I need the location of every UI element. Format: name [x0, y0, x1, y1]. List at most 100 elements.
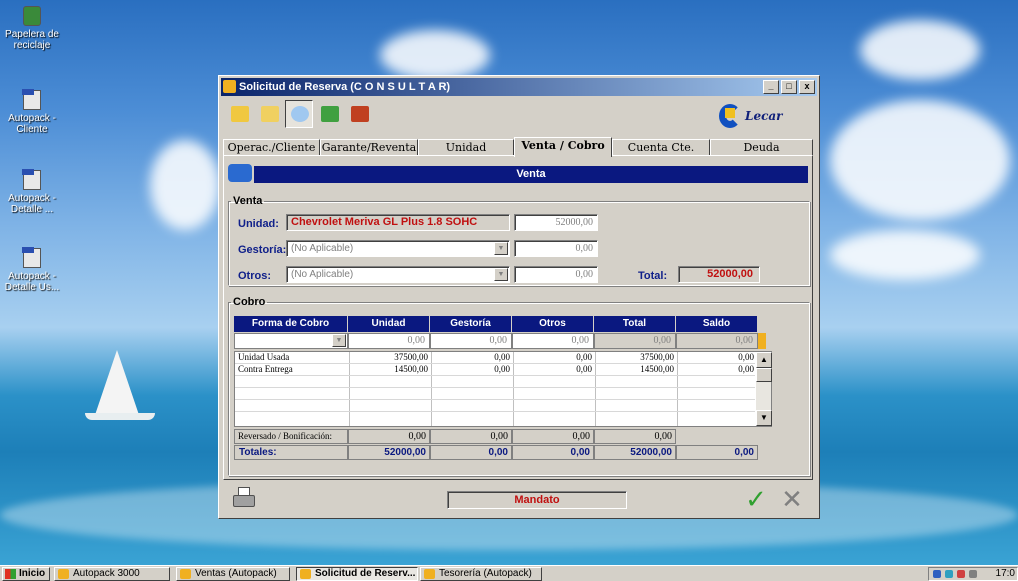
table-scrollbar[interactable]: ▲ ▼ — [755, 352, 772, 426]
solicitud-reserva-window: Solicitud de Reserva (C O N S U L T A R)… — [218, 75, 820, 519]
unidad-amount-field[interactable]: 52000,00 — [514, 214, 598, 231]
section-banner: Venta — [254, 166, 808, 183]
lecar-logo: Lecar — [719, 100, 789, 132]
consult-button[interactable] — [285, 100, 313, 128]
gestoria-amount-field[interactable]: 0,00 — [514, 240, 598, 257]
print-button[interactable] — [231, 485, 257, 513]
chevron-down-icon[interactable]: ▼ — [494, 268, 508, 281]
bmp-file-icon — [22, 247, 41, 268]
col-header-unidad[interactable]: Unidad — [348, 316, 430, 332]
table-row[interactable]: Contra Entrega 14500,00 0,00 0,00 14500,… — [235, 364, 757, 375]
tab-operac-cliente[interactable]: Operac./Cliente — [223, 139, 320, 156]
scroll-up-icon[interactable]: ▲ — [756, 352, 772, 368]
new-folder-icon — [231, 106, 249, 122]
input-otros[interactable]: 0,00 — [512, 333, 594, 349]
taskbar-item-ventas[interactable]: Ventas (Autopack) — [176, 567, 290, 581]
row-gestoria: 0,00 — [494, 352, 510, 362]
exit-door-icon — [351, 106, 369, 122]
gestoria-label: Gestoría: — [238, 244, 287, 256]
input-gestoria[interactable]: 0,00 — [430, 333, 512, 349]
app-icon — [180, 569, 191, 579]
taskbar-item-label: Solicitud de Reserv... — [315, 568, 416, 579]
chevron-down-icon[interactable]: ▼ — [494, 242, 508, 255]
delete-button[interactable] — [315, 100, 343, 128]
gestoria-value: (No Aplicable) — [291, 243, 354, 254]
taskbar-item-label: Tesorería (Autopack) — [439, 568, 532, 579]
otros-value: (No Aplicable) — [291, 269, 354, 280]
desktop-icon-label: Autopack - Detalle Us... — [4, 271, 60, 293]
table-row[interactable]: Unidad Usada 37500,00 0,00 0,00 37500,00… — [235, 352, 757, 363]
tab-garante-reventa[interactable]: Garante/Reventa — [320, 139, 418, 156]
cloud — [830, 230, 980, 280]
row-unidad: 14500,00 — [394, 364, 428, 374]
row-otros: 0,00 — [576, 352, 592, 362]
row-forma-cobro: Unidad Usada — [238, 352, 290, 362]
tray-icon[interactable] — [945, 570, 953, 578]
taskbar-item-tesoreria[interactable]: Tesorería (Autopack) — [420, 567, 542, 581]
row-unidad: 37500,00 — [394, 352, 428, 362]
taskbar-item-label: Autopack 3000 — [73, 568, 140, 579]
col-header-forma-cobro[interactable]: Forma de Cobro — [234, 316, 348, 332]
start-button[interactable]: Inicio — [2, 567, 50, 581]
input-saldo: 0,00 — [676, 333, 758, 349]
exit-button[interactable] — [345, 100, 373, 128]
new-button[interactable] — [225, 100, 253, 128]
col-header-gestoria[interactable]: Gestoría — [430, 316, 512, 332]
cobro-table-body: Unidad Usada 37500,00 0,00 0,00 37500,00… — [234, 351, 772, 427]
gestoria-select[interactable]: (No Aplicable) ▼ — [286, 240, 510, 257]
desktop-icon-recycle-bin[interactable]: Papelera de reciclaje — [2, 6, 62, 51]
close-button[interactable]: x — [799, 80, 815, 94]
tray-icon[interactable] — [957, 570, 965, 578]
clock[interactable]: 17:0 — [996, 568, 1015, 579]
col-header-total[interactable]: Total — [594, 316, 676, 332]
minimize-button[interactable]: _ — [763, 80, 779, 94]
forma-cobro-select[interactable]: ▼ — [234, 333, 348, 349]
scroll-thumb[interactable] — [756, 368, 772, 382]
input-unidad[interactable]: 0,00 — [348, 333, 430, 349]
tab-bar: Operac./Cliente Garante/Reventa Unidad V… — [223, 137, 813, 157]
row-total: 14500,00 — [640, 364, 674, 374]
maximize-button[interactable]: □ — [781, 80, 797, 94]
cobro-grid: Forma de Cobro Unidad Gestoría Otros Tot… — [234, 316, 772, 466]
desktop-icon-autopack-cliente[interactable]: Autopack - Cliente — [2, 89, 62, 135]
tab-deuda[interactable]: Deuda — [710, 139, 813, 156]
desktop-icon-autopack-detalle-us[interactable]: Autopack - Detalle Us... — [2, 247, 62, 293]
open-folder-icon — [261, 106, 279, 122]
col-header-otros[interactable]: Otros — [512, 316, 594, 332]
row-saldo: 0,00 — [738, 364, 754, 374]
network-icon[interactable] — [933, 570, 941, 578]
unidad-label: Unidad: — [238, 218, 279, 230]
reversado-unidad: 0,00 — [348, 429, 430, 444]
venta-cobro-panel: Venta Venta Unidad: Chevrolet Meriva GL … — [223, 155, 813, 480]
logo-text: Lecar — [745, 109, 783, 123]
open-button[interactable] — [255, 100, 283, 128]
col-header-saldo[interactable]: Saldo — [676, 316, 758, 332]
taskbar-item-solicitud[interactable]: Solicitud de Reserv... — [296, 567, 418, 581]
confirm-button[interactable]: ✓ — [743, 485, 769, 513]
total-label: Total: — [638, 270, 668, 282]
bmp-file-icon — [22, 169, 41, 190]
row-saldo: 0,00 — [738, 352, 754, 362]
dropdown-marker[interactable] — [758, 333, 766, 349]
otros-amount-field[interactable]: 0,00 — [514, 266, 598, 283]
desktop-icon-label: Papelera de reciclaje — [5, 29, 59, 51]
scroll-down-icon[interactable]: ▼ — [756, 410, 772, 426]
cobro-legend: Cobro — [233, 296, 266, 308]
recycle-icon — [321, 106, 339, 122]
taskbar-item-autopack[interactable]: Autopack 3000 — [54, 567, 170, 581]
desktop-icon-label: Autopack - Cliente — [8, 113, 56, 135]
tab-unidad[interactable]: Unidad — [418, 139, 514, 156]
desktop-icon-autopack-detalle[interactable]: Autopack - Detalle ... — [2, 169, 62, 215]
window-title: Solicitud de Reserva (C O N S U L T A R) — [239, 81, 451, 93]
volume-icon[interactable] — [969, 570, 977, 578]
search-icon — [291, 106, 309, 122]
tab-venta-cobro[interactable]: Venta / Cobro — [514, 137, 612, 157]
tab-cuenta-cte[interactable]: Cuenta Cte. — [612, 139, 710, 156]
cancel-button[interactable]: ✕ — [779, 485, 805, 513]
start-label: Inicio — [19, 568, 46, 579]
reversado-label: Reversado / Bonificación: — [234, 429, 348, 444]
taskbar-item-label: Ventas (Autopack) — [195, 568, 277, 579]
otros-select[interactable]: (No Aplicable) ▼ — [286, 266, 510, 283]
window-titlebar[interactable]: Solicitud de Reserva (C O N S U L T A R)… — [221, 78, 817, 96]
chevron-down-icon[interactable]: ▼ — [332, 334, 346, 347]
